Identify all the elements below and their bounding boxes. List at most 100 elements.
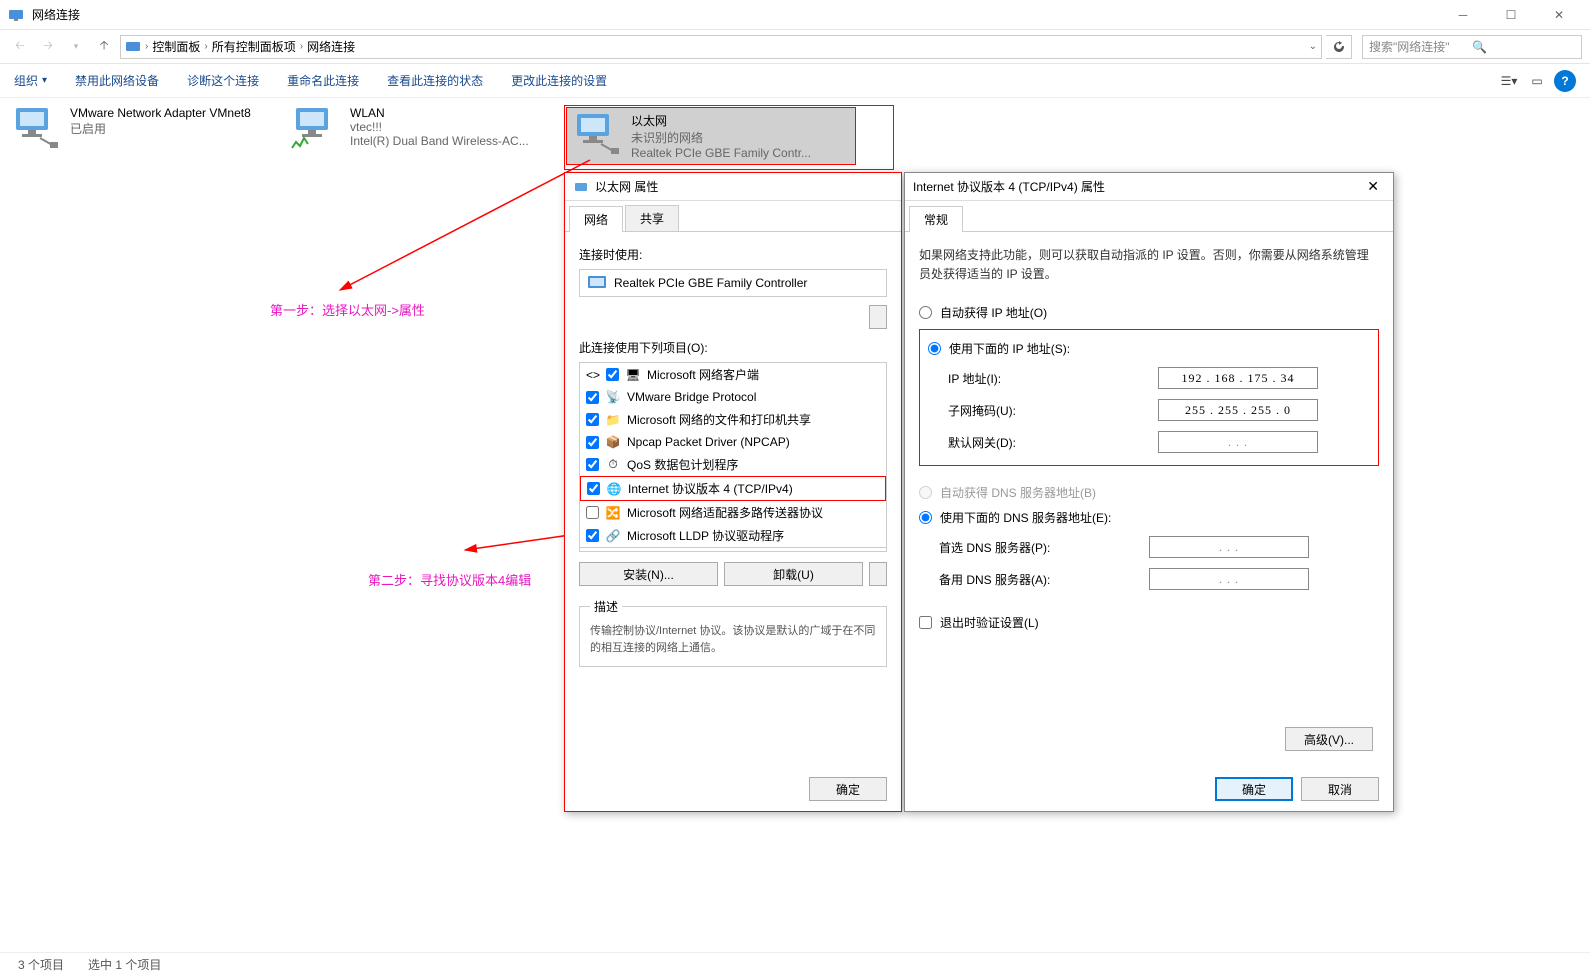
list-item[interactable]: 📡VMware Bridge Protocol [580,386,886,408]
refresh-button[interactable] [1326,35,1352,59]
breadcrumb-item[interactable]: 控制面板 [152,38,200,55]
description-fieldset: 描述 传输控制协议/Internet 协议。该协议是默认的广域于在不同的相互连接… [579,598,887,667]
radio-use-ip[interactable]: 使用下面的 IP 地址(S): [928,336,1370,361]
annotation-step1: 第一步：选择以太网->属性 [270,300,425,319]
adapter-status: 已启用 [70,120,251,137]
connect-using-label: 连接时使用: [579,246,887,263]
ip-settings-highlight: 使用下面的 IP 地址(S): IP 地址(I): 192 . 168 . 17… [919,329,1379,466]
back-button[interactable]: 🡠 [8,35,32,59]
dialog-title: Internet 协议版本 4 (TCP/IPv4) 属性 [913,178,1105,195]
view-status[interactable]: 查看此连接的状态 [387,72,483,89]
properties-button-truncated[interactable] [869,562,887,586]
search-icon: 🔍 [1472,40,1575,54]
ipv4-properties-dialog: Internet 协议版本 4 (TCP/IPv4) 属性 ✕ 常规 如果网络支… [904,172,1394,812]
maximize-button[interactable]: ☐ [1488,1,1534,29]
adapter-device: Intel(R) Dual Band Wireless-AC... [350,134,529,148]
proto-icon: 📦 [605,434,621,450]
uninstall-button[interactable]: 卸载(U) [724,562,863,586]
close-button[interactable]: ✕ [1536,1,1582,29]
close-icon[interactable]: ✕ [1361,178,1385,195]
preferred-dns-input[interactable]: . . . [1149,536,1309,558]
dialog-header: Internet 协议版本 4 (TCP/IPv4) 属性 ✕ [905,173,1393,201]
validate-checkbox[interactable]: 退出时验证设置(L) [919,614,1379,631]
item-label: QoS 数据包计划程序 [627,456,738,473]
list-item[interactable]: ⏱QoS 数据包计划程序 [580,453,886,476]
radio-use-dns[interactable]: 使用下面的 DNS 服务器地址(E): [919,505,1379,530]
install-button[interactable]: 安装(N)... [579,562,718,586]
ok-button[interactable]: 确定 [809,777,887,801]
proto-icon: 📡 [605,389,621,405]
help-icon[interactable]: ? [1554,70,1576,92]
list-item[interactable]: 📁Microsoft 网络的文件和打印机共享 [580,408,886,431]
tab-general[interactable]: 常规 [909,206,963,232]
disable-device[interactable]: 禁用此网络设备 [75,72,159,89]
up-button[interactable]: 🡡 [92,35,116,59]
rename[interactable]: 重命名此连接 [287,72,359,89]
item-checkbox[interactable] [586,506,599,519]
protocol-list[interactable]: <>🖥Microsoft 网络客户端 📡VMware Bridge Protoc… [579,362,887,552]
titlebar: 网络连接 ─ ☐ ✕ [0,0,1590,30]
adapter-icon [571,112,621,156]
ok-button[interactable]: 确定 [1215,777,1293,801]
item-checkbox[interactable] [586,529,599,542]
view-options-icon[interactable]: ☰▾ [1498,70,1520,92]
proto-icon: 🔀 [605,505,621,521]
forward-button[interactable]: 🡢 [36,35,60,59]
list-item[interactable]: 📦Npcap Packet Driver (NPCAP) [580,431,886,453]
radio-auto-ip[interactable]: 自动获得 IP 地址(O) [919,300,1379,325]
adapter-ethernet-selected[interactable]: 以太网 未识别的网络 Realtek PCIe GBE Family Contr… [566,107,892,168]
change-settings[interactable]: 更改此连接的设置 [511,72,607,89]
list-item[interactable]: <>🖥Microsoft 网络客户端 [580,363,886,386]
configure-button-truncated[interactable] [869,305,887,329]
dropdown-history[interactable]: ▾ [64,35,88,59]
device-box: Realtek PCIe GBE Family Controller [579,269,887,297]
item-label: Microsoft 网络客户端 [647,366,759,383]
breadcrumb-item[interactable]: 所有控制面板项 [212,38,296,55]
adapter-name: VMware Network Adapter VMnet8 [70,106,251,120]
adapter-wlan[interactable]: WLAN vtec!!! Intel(R) Dual Band Wireless… [290,106,550,150]
ipv4-icon: 🌐 [606,481,622,497]
advanced-button[interactable]: 高级(V)... [1285,727,1373,751]
adapter-status: 未识别的网络 [631,129,811,146]
minimize-button[interactable]: ─ [1440,1,1486,29]
diagnose[interactable]: 诊断这个连接 [187,72,259,89]
gateway-label: 默认网关(D): [948,434,1128,451]
list-item-ipv4[interactable]: 🌐Internet 协议版本 4 (TCP/IPv4) [580,476,886,501]
list-item[interactable]: 🔗Microsoft LLDP 协议驱动程序 [580,524,886,547]
alternate-dns-label: 备用 DNS 服务器(A): [939,571,1119,588]
breadcrumb-item[interactable]: 网络连接 [307,38,355,55]
breadcrumb[interactable]: › 控制面板 › 所有控制面板项 › 网络连接 ⌄ [120,35,1322,59]
location-icon [125,39,141,55]
intro-text: 如果网络支持此功能，则可以获取自动指派的 IP 设置。否则，你需要从网络系统管理… [919,246,1379,284]
item-checkbox[interactable] [586,391,599,404]
status-bar: 3 个项目 选中 1 个项目 [0,952,1590,976]
item-checkbox[interactable] [587,482,600,495]
dialog-header: 以太网 属性 [565,173,901,201]
tab-network[interactable]: 网络 [569,206,623,232]
item-checkbox[interactable] [586,436,599,449]
proto-icon: 📁 [605,412,621,428]
list-item[interactable]: 🔀 Microsoft 网络适配器多路传送器协议 [580,501,886,524]
ip-input[interactable]: 192 . 168 . 175 . 34 [1158,367,1318,389]
tab-sharing[interactable]: 共享 [625,205,679,231]
preview-pane-icon[interactable]: ▭ [1526,70,1548,92]
annotation-step2: 第二步：寻找协议版本4编辑 [368,570,531,589]
item-checkbox[interactable] [586,413,599,426]
item-checkbox[interactable] [606,368,619,381]
gateway-input[interactable]: . . . [1158,431,1318,453]
item-checkbox[interactable] [586,458,599,471]
horizontal-scrollbar[interactable] [580,547,886,552]
organize-menu[interactable]: 组织 [14,72,47,89]
breadcrumb-dropdown[interactable]: ⌄ [1309,41,1317,52]
adapter-name: WLAN [350,106,529,120]
mask-input[interactable]: 255 . 255 . 255 . 0 [1158,399,1318,421]
search-input[interactable]: 搜索"网络连接" 🔍 [1362,35,1582,59]
cancel-button[interactable]: 取消 [1301,777,1379,801]
item-label: Microsoft 网络适配器多路传送器协议 [627,504,823,521]
description-text: 传输控制协议/Internet 协议。该协议是默认的广域于在不同的相互连接的网络… [590,623,876,656]
window-title: 网络连接 [32,6,1440,23]
ip-label: IP 地址(I): [948,370,1128,387]
alternate-dns-input[interactable]: . . . [1149,568,1309,590]
device-name: Realtek PCIe GBE Family Controller [614,276,807,290]
adapter-vmnet8[interactable]: VMware Network Adapter VMnet8 已启用 [10,106,270,150]
